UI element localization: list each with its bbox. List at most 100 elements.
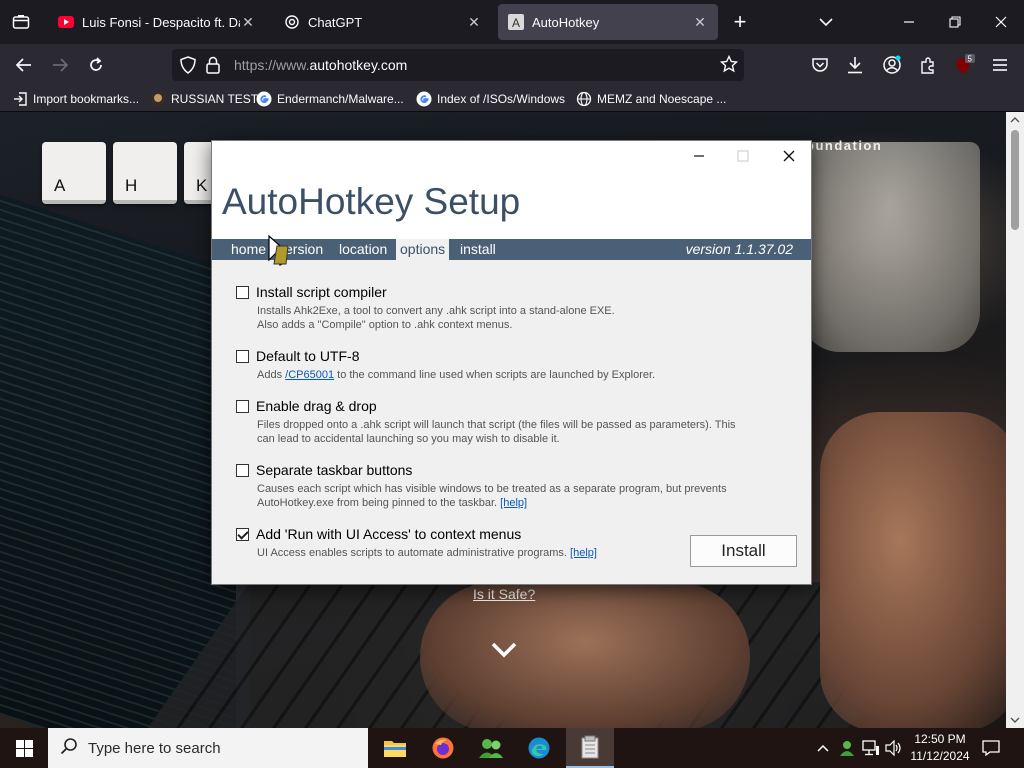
autohotkey-setup-dialog: AutoHotkey Setup home version location o… (211, 140, 812, 585)
tracking-shield-icon[interactable] (180, 56, 196, 79)
scroll-down-icon[interactable] (1006, 712, 1024, 728)
search-placeholder: Type here to search (88, 739, 221, 757)
option-title[interactable]: Separate taskbar buttons (256, 462, 412, 478)
reload-icon[interactable] (82, 52, 110, 78)
option-title[interactable]: Default to UTF-8 (256, 348, 359, 364)
option-description-line: Also adds a "Compile" option to .ahk con… (257, 319, 513, 331)
option-title[interactable]: Enable drag & drop (256, 398, 377, 414)
nav-location[interactable]: location (335, 239, 391, 260)
option-title[interactable]: Install script compiler (256, 284, 387, 300)
autohotkey-icon: A (508, 14, 524, 30)
taskbar-search-box[interactable]: Type here to search (48, 728, 368, 768)
help-link[interactable]: [help] (500, 497, 527, 509)
edge-icon[interactable] (515, 728, 563, 768)
close-tab-icon[interactable]: ✕ (240, 14, 256, 30)
chevron-down-icon[interactable] (490, 640, 518, 660)
nav-home[interactable]: home (227, 239, 270, 260)
logo-key-h: H (113, 142, 177, 204)
background-mug (800, 142, 980, 352)
dialog-title: AutoHotkey Setup (222, 181, 521, 222)
installer-icon[interactable] (566, 728, 614, 768)
lock-icon[interactable] (206, 56, 220, 79)
bookmark-isos[interactable]: Index of /ISOs/Windows (416, 90, 565, 108)
ui-access-checkbox[interactable] (236, 528, 249, 541)
menu-icon[interactable] (988, 53, 1012, 77)
google-icon (256, 91, 272, 107)
volume-icon[interactable] (884, 738, 904, 758)
tab-strip: Luis Fonsi - Despacito ft. Daddy ✕ ChatG… (0, 0, 1024, 44)
restore-icon[interactable] (941, 8, 969, 36)
page-scrollbar[interactable] (1006, 112, 1024, 728)
bookmark-label: Index of /ISOs/Windows (437, 92, 566, 106)
background-hand (420, 582, 750, 728)
dialog-header: AutoHotkey Setup (212, 141, 811, 239)
file-explorer-icon[interactable] (371, 728, 419, 768)
globe-icon (576, 91, 592, 107)
address-bar[interactable]: https://www.autohotkey.com (172, 49, 744, 81)
nav-options[interactable]: options (396, 239, 450, 260)
tab-list-icon[interactable] (8, 10, 34, 34)
clock-date: 11/12/2024 (910, 749, 970, 763)
forward-icon[interactable] (46, 52, 74, 78)
install-button[interactable]: Install (690, 535, 797, 567)
clock-time: 12:50 PM (914, 732, 966, 746)
tab-chatgpt[interactable]: ChatGPT ✕ (274, 4, 492, 40)
show-hidden-icons-icon[interactable] (813, 738, 833, 758)
tab-title: ChatGPT (308, 14, 363, 30)
minimize-icon[interactable] (682, 143, 716, 169)
option-description-text: Adds (257, 369, 286, 381)
is-it-safe-link[interactable]: Is it Safe? (473, 586, 535, 602)
url-text[interactable]: https://www.autohotkey.com (234, 57, 407, 73)
navigation-toolbar: https://www.autohotkey.com 5 (0, 44, 1024, 86)
bookmark-russian-test[interactable]: RUSSIAN TEST (150, 90, 258, 108)
extensions-icon[interactable] (916, 53, 940, 77)
mask-icon (150, 91, 166, 107)
bookmark-memz[interactable]: MEMZ and Noescape ... (576, 90, 726, 108)
scrollbar-thumb[interactable] (1011, 130, 1019, 230)
pocket-icon[interactable] (808, 53, 832, 77)
nav-install[interactable]: install (456, 239, 500, 260)
account-icon[interactable] (880, 53, 904, 77)
tab-title: AutoHotkey (532, 14, 600, 30)
chatgpt-icon (284, 14, 300, 30)
cp65001-link[interactable]: /CP65001 (285, 369, 334, 381)
utf8-checkbox[interactable] (236, 350, 249, 363)
foundation-link[interactable]: oundation (806, 138, 882, 153)
windows-start-icon[interactable] (0, 728, 48, 768)
back-icon[interactable] (10, 52, 38, 78)
tab-youtube[interactable]: Luis Fonsi - Despacito ft. Daddy ✕ (48, 4, 266, 40)
new-tab-icon[interactable]: + (728, 9, 752, 34)
bookmark-label: MEMZ and Noescape ... (597, 92, 727, 106)
close-icon[interactable] (772, 143, 806, 169)
people-icon[interactable] (467, 728, 515, 768)
search-icon (60, 737, 78, 760)
taskbar: Type here to search 12:50 PM 11/12/2024 (0, 728, 1024, 768)
google-icon (416, 91, 432, 107)
downloads-icon[interactable] (843, 53, 867, 77)
drag-drop-checkbox[interactable] (236, 400, 249, 413)
bookmark-star-icon[interactable] (719, 54, 739, 78)
bookmark-import[interactable]: Import bookmarks... (12, 90, 139, 108)
ublock-icon[interactable]: 5 (952, 53, 976, 77)
minimize-icon[interactable] (895, 8, 923, 36)
ublock-badge: 5 (968, 55, 973, 64)
option-title[interactable]: Add 'Run with UI Access' to context menu… (256, 526, 521, 542)
background-hand (820, 412, 1006, 728)
option-description: Installs Ahk2Exe, a tool to convert any … (257, 304, 737, 332)
option-description: Adds /CP65001 to the command line used w… (257, 368, 737, 382)
network-icon[interactable] (861, 738, 881, 758)
separate-taskbar-checkbox[interactable] (236, 464, 249, 477)
people-tray-icon[interactable] (837, 738, 857, 758)
close-tab-icon[interactable]: ✕ (466, 14, 482, 30)
close-tab-icon[interactable]: ✕ (692, 14, 708, 30)
firefox-icon[interactable] (419, 728, 467, 768)
close-window-icon[interactable] (987, 8, 1015, 36)
notification-center-icon[interactable] (981, 738, 1001, 758)
bookmark-endermanch[interactable]: Endermanch/Malware... (256, 90, 404, 108)
system-clock[interactable]: 12:50 PM 11/12/2024 (905, 731, 975, 765)
help-link[interactable]: [help] (570, 547, 597, 559)
tab-autohotkey[interactable]: A AutoHotkey ✕ (498, 4, 718, 40)
scroll-up-icon[interactable] (1006, 112, 1024, 128)
chevron-down-icon[interactable] (814, 10, 838, 34)
compiler-checkbox[interactable] (236, 286, 249, 299)
